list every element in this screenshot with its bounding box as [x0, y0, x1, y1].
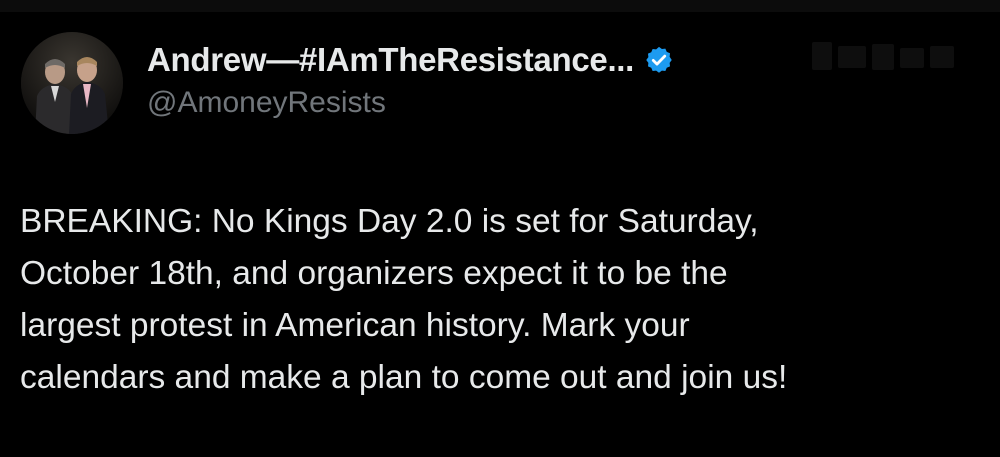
display-name[interactable]: Andrew—#IAmTheResistance... [147, 41, 634, 79]
verified-badge-icon [644, 45, 674, 75]
top-edge [0, 0, 1000, 12]
tweet-card: Andrew—#IAmTheResistance... @AmoneyResis… [0, 0, 1000, 457]
tweet-text: BREAKING: No Kings Day 2.0 is set for Sa… [20, 203, 788, 396]
avatar-photo [21, 32, 123, 134]
author-name-row[interactable]: Andrew—#IAmTheResistance... [147, 38, 674, 82]
author-handle[interactable]: @AmoneyResists [147, 86, 386, 120]
avatar[interactable] [21, 32, 123, 134]
watermark-logo-icon [812, 42, 954, 70]
